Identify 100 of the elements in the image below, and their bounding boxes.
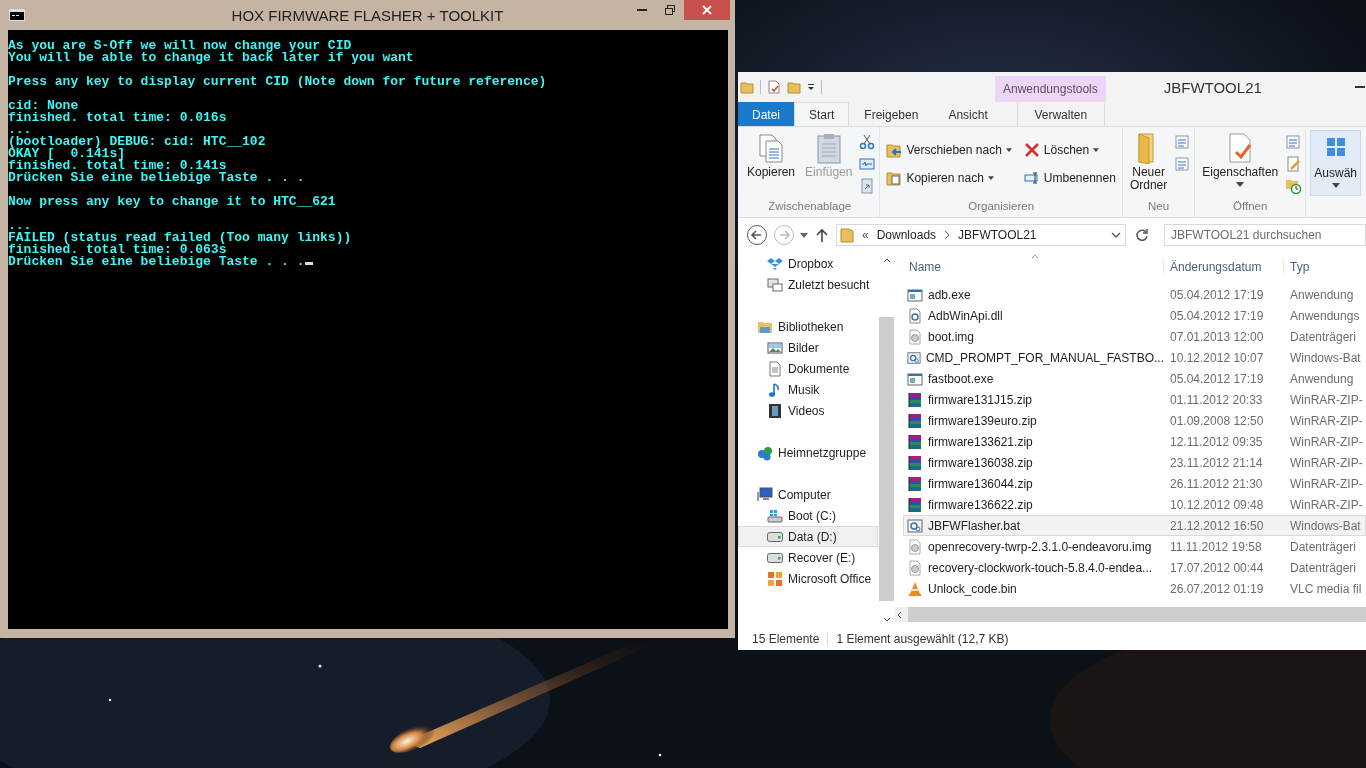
file-name: firmware136038.zip [928, 455, 1033, 470]
archive-icon [907, 391, 923, 408]
window-title: HOX FIRMWARE FLASHER + TOOLKIT [231, 7, 504, 24]
nav-item[interactable]: Microsoft Office [738, 568, 878, 589]
archive-icon [907, 454, 923, 471]
ribbon-button[interactable]: Löschen [1021, 140, 1118, 160]
scroll-down-icon[interactable] [882, 617, 891, 622]
ribbon-button[interactable]: Neuer Ordner [1126, 130, 1171, 194]
refresh-button[interactable] [1135, 228, 1149, 242]
gear-file-icon [907, 307, 923, 324]
new-folder-icon[interactable] [787, 80, 801, 94]
windows-icon [767, 276, 783, 293]
file-row[interactable]: JBFWFlasher.bat 21.12.2012 16:50 Windows-Bat [903, 515, 1366, 536]
table-cell-text: WinRAR-ZIP- [1289, 413, 1364, 428]
file-name: fastboot.exe [928, 371, 994, 386]
file-row[interactable]: firmware136622.zip 10.12.2012 09:48 WinRAR-ZIP- [903, 494, 1366, 515]
ribbon-tab[interactable]: Ansicht [933, 102, 1003, 126]
nav-item[interactable]: Bibliotheken [738, 316, 878, 337]
path-icon[interactable] [859, 156, 876, 172]
scroll-left-icon[interactable] [897, 610, 902, 619]
nav-item[interactable]: Musik [738, 379, 878, 400]
table-cell-text: 10.12.2012 09:48 [1169, 497, 1265, 512]
nav-item[interactable]: Computer [738, 484, 878, 505]
search-field[interactable]: JBFWTOOL21 durchsuchen [1164, 224, 1366, 246]
nav-item[interactable]: Boot (C:) [738, 505, 878, 526]
office-icon [767, 570, 783, 587]
nav-item[interactable]: Heimnetzgruppe [738, 442, 878, 463]
console-line: Press any key to display current CID (Note down for future reference) [8, 74, 547, 89]
breadcrumb[interactable]: Downloads [876, 228, 937, 242]
ribbon-tab[interactable]: Start [794, 102, 850, 126]
breadcrumb-overflow[interactable]: « [862, 228, 869, 242]
nav-item[interactable]: Dokumente [738, 358, 878, 379]
ribbon-tab[interactable]: Datei [738, 102, 794, 126]
file-name: CMD_PROMPT_FOR_MANUAL_FASTBO... [925, 350, 1164, 365]
file-name: firmware133621.zip [928, 434, 1033, 449]
properties-icon[interactable] [767, 80, 781, 94]
file-row[interactable]: adb.exe 05.04.2012 17:19 Anwendung [903, 284, 1366, 305]
caret-icon [1331, 183, 1340, 188]
file-row[interactable]: firmware136044.zip 26.11.2012 21:30 WinRAR-ZIP- [903, 473, 1366, 494]
table-cell-text: Windows-Bat [1289, 518, 1362, 533]
context-tab-label: Anwendungstools [995, 76, 1106, 102]
system-drive-icon [767, 507, 783, 524]
nav-item[interactable]: Videos [738, 400, 878, 421]
column-header[interactable]: Typ [1283, 260, 1366, 274]
table-cell-text: WinRAR-ZIP- [1289, 434, 1364, 449]
table-cell-text: 05.04.2012 17:19 [1169, 287, 1265, 302]
file-row[interactable]: firmware131J15.zip 01.11.2012 20:33 WinRAR-ZIP- [903, 389, 1366, 410]
file-name: firmware136622.zip [928, 497, 1033, 512]
table-cell-text: 21.12.2012 16:50 [1169, 518, 1265, 533]
caret-icon [1236, 182, 1245, 187]
caret-icon [987, 176, 994, 180]
minimize-icon [637, 9, 647, 11]
breadcrumb[interactable]: JBFWTOOL21 [958, 228, 1037, 242]
console-line: Drücken Sie eine beliebige Taste . . . [8, 254, 305, 269]
back-button[interactable] [746, 224, 768, 246]
column-header[interactable]: Name [903, 260, 1163, 274]
file-row[interactable]: firmware139euro.zip 01.09.2008 12:50 WinRAR-ZIP- [903, 410, 1366, 431]
nav-item[interactable]: Dropbox [738, 253, 878, 274]
dropdown-icon[interactable] [1111, 232, 1121, 238]
file-name: Unlock_code.bin [928, 581, 1017, 596]
gear-window-icon [907, 349, 921, 366]
column-header[interactable]: Änderungsdatum [1163, 260, 1283, 274]
ribbon-button[interactable]: Umbenennen [1021, 168, 1118, 188]
scroll-up-icon[interactable] [882, 258, 891, 263]
close-button[interactable] [684, 0, 730, 20]
document-icon [767, 360, 783, 377]
table-cell-text: 01.11.2012 20:33 [1169, 392, 1264, 407]
file-name: firmware131J15.zip [928, 392, 1033, 407]
scrollbar-thumb[interactable] [879, 317, 894, 601]
console-line: As you are S-Off we will now change your CID [8, 38, 352, 53]
history-icon[interactable] [1285, 178, 1302, 194]
dropdown-icon[interactable] [807, 83, 815, 91]
computer-icon [757, 486, 773, 503]
file-row[interactable]: fastboot.exe 05.04.2012 17:19 Anwendung [903, 368, 1366, 389]
nav-item[interactable]: Zuletzt besucht [738, 274, 878, 295]
file-row[interactable]: firmware133621.zip 12.11.2012 09:35 WinRAR-ZIP- [903, 431, 1366, 452]
file-row[interactable]: firmware136038.zip 23.11.2012 21:14 WinRAR-ZIP- [903, 452, 1366, 473]
file-row[interactable]: recovery-clockwork-touch-5.8.4.0-endea... 17.07.2012 00:44 Datenträgeri [903, 557, 1366, 578]
file-row[interactable]: Unlock_code.bin 26.07.2012 01:19 VLC media fil [903, 578, 1366, 599]
rename-icon [1023, 170, 1040, 186]
ribbon-button[interactable]: Auswäh [1310, 130, 1361, 196]
nav-item[interactable]: Recover (E:) [738, 547, 878, 568]
ribbon-button[interactable]: Verschieben nach [884, 140, 1014, 160]
archive-icon [907, 412, 923, 429]
ribbon-group-label: Öffnen [1233, 200, 1268, 214]
ribbon-button[interactable]: Kopieren nach [884, 168, 1014, 188]
file-row[interactable]: openrecovery-twrp-2.3.1.0-endeavoru.img 11.11.2012 19:58 Datenträgeri [903, 536, 1366, 557]
ribbon-button[interactable]: Eigenschaften [1199, 130, 1282, 189]
nav-item[interactable]: Bilder [738, 337, 878, 358]
recent-locations-icon[interactable] [800, 232, 808, 238]
ribbon-button[interactable]: Kopieren [744, 130, 799, 181]
up-button[interactable] [816, 228, 828, 242]
chevron-icon[interactable] [944, 231, 951, 239]
file-row[interactable]: AdbWinApi.dll 05.04.2012 17:19 Anwendungs [903, 305, 1366, 326]
file-row[interactable]: boot.img 07.01.2013 12:00 Datenträgeri [903, 326, 1366, 347]
file-row[interactable]: CMD_PROMPT_FOR_MANUAL_FASTBO... 10.12.2012 10:07 Windows-Bat [903, 347, 1366, 368]
nav-item[interactable]: Data (D:) [738, 526, 878, 547]
cut-icon[interactable] [859, 134, 876, 150]
address-bar[interactable]: « Downloads JBFWTOOL21 [836, 224, 1126, 246]
ribbon-tab[interactable]: Freigeben [849, 102, 934, 126]
